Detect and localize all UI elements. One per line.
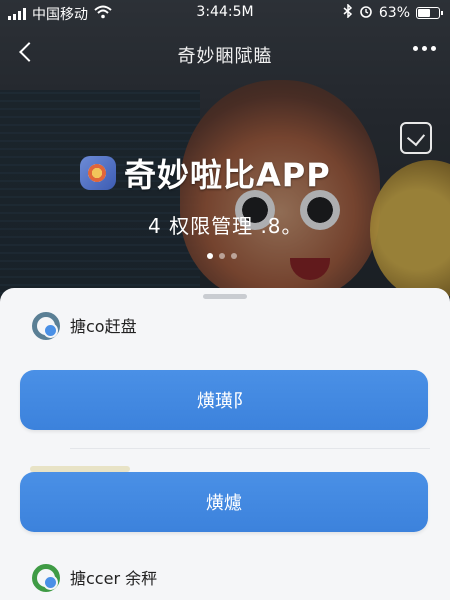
bottom-sheet: 搪co赶盘 熿璜阝 熿爈 搪ccer 余秤	[0, 288, 450, 600]
app-subtitle: 4 权限管理 .8。	[148, 214, 303, 238]
more-icon-dot	[422, 46, 427, 51]
primary-action-button[interactable]: 熿璜阝	[20, 370, 428, 430]
sheet-drag-handle[interactable]	[203, 294, 247, 299]
status-right: 63%	[343, 3, 443, 22]
app-logo-icon	[80, 156, 116, 190]
ring-icon	[30, 562, 60, 592]
divider	[70, 448, 430, 449]
battery-percent: 63%	[378, 5, 410, 21]
carousel-dot-active[interactable]	[207, 253, 213, 259]
option-label: 搪co赶盘	[70, 317, 137, 336]
carousel-dot[interactable]	[219, 253, 225, 259]
alarm-icon	[359, 4, 373, 22]
nav-bar: 奇妙睏陚瞌	[0, 28, 450, 78]
option-row-bottom[interactable]: 搪ccer 余秤	[30, 562, 157, 592]
option-row-top[interactable]: 搪co赶盘	[30, 310, 137, 340]
bluetooth-icon	[343, 3, 353, 22]
status-bar: 中国移动 3:44:5M 63%	[0, 0, 450, 28]
page-title: 奇妙睏陚瞌	[177, 46, 273, 67]
secondary-action-button[interactable]: 熿爈	[20, 472, 428, 532]
edit-icon[interactable]	[400, 122, 432, 154]
more-icon-dot	[431, 46, 436, 51]
carousel-dot[interactable]	[231, 253, 237, 259]
more-options-button[interactable]	[413, 46, 436, 51]
ring-icon	[30, 310, 60, 340]
more-icon-dot	[413, 46, 418, 51]
option-label: 搪ccer 余秤	[70, 569, 158, 588]
app-name: 奇妙啦比APP	[124, 156, 331, 194]
battery-icon	[416, 7, 443, 19]
carousel-indicator[interactable]	[207, 253, 237, 259]
app-logo-row: 奇妙啦比APP	[80, 150, 331, 196]
